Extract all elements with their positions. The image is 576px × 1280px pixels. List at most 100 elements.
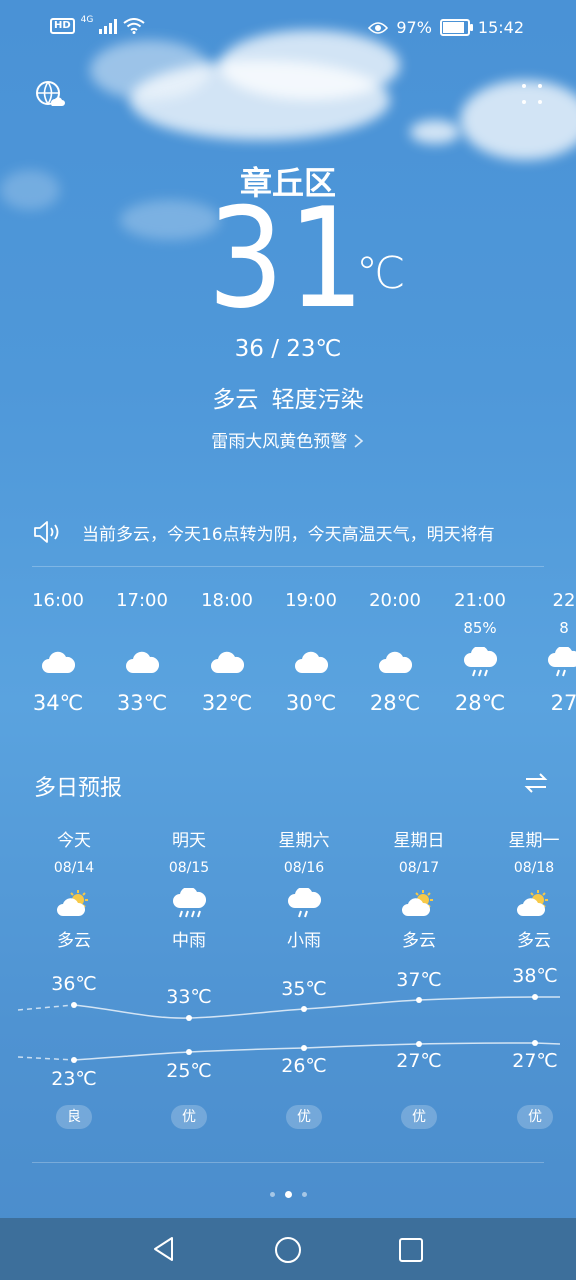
current-temperature: 31 ℃: [0, 190, 576, 328]
cloud-icon: [211, 651, 244, 673]
high-trend-dashed: [17, 1004, 75, 1011]
high-trend-line: [73, 996, 560, 1019]
high-point: [71, 1002, 77, 1008]
partly-cloudy-icon: [57, 890, 88, 916]
network-type-label: 4G: [80, 15, 94, 25]
day-low-temp: 26℃: [281, 1055, 327, 1077]
cloud-icon: [379, 651, 412, 673]
hour-time: 16:00: [32, 590, 84, 611]
hour-time: 18:00: [201, 590, 253, 611]
day-column: 星期日 08/17 多云: [369, 826, 469, 951]
speaker-icon[interactable]: [33, 520, 63, 544]
day-high-temp: 37℃: [396, 969, 442, 991]
day-column: 今天 08/14 多云: [24, 826, 124, 951]
hour-temp: 28℃: [369, 691, 421, 715]
day-date: 08/15: [168, 860, 210, 876]
air-quality-badge: 优: [401, 1105, 437, 1129]
day-low-temp: 27℃: [512, 1050, 558, 1072]
hour-precip: [185, 619, 269, 641]
day-date: 08/16: [283, 860, 325, 876]
cloud-icon: [42, 651, 75, 673]
low-point: [71, 1057, 77, 1063]
chevron-right-icon: [354, 434, 363, 448]
rain-cloud-icon: [548, 647, 576, 677]
hour-time: 20:00: [369, 590, 421, 611]
day-weather: 多云: [57, 931, 91, 951]
navigation-bar: [0, 1218, 576, 1280]
day-weather: 多云: [517, 931, 551, 951]
day-name: 今天: [57, 831, 91, 851]
hour-temp: 28℃: [454, 691, 506, 715]
day-weather: 多云: [402, 931, 436, 951]
wifi-icon: [123, 18, 145, 34]
page-dot: [301, 1192, 307, 1197]
eye-comfort-icon: [368, 21, 389, 34]
hour-temp: 27: [550, 691, 576, 715]
light-rain-icon: [288, 888, 321, 918]
rain-cloud-icon: [464, 647, 497, 677]
hour-precip: [16, 619, 100, 641]
hourly-item: 21:00 85% 28℃: [438, 590, 522, 715]
hour-temp: 32℃: [201, 691, 253, 715]
weather-warning-link[interactable]: 雷雨大风黄色预警: [0, 427, 576, 452]
hourly-item: 18:00 32℃: [185, 590, 269, 715]
recent-apps-icon[interactable]: [397, 1236, 425, 1264]
hour-temp: 34℃: [32, 691, 84, 715]
hourly-item: 16:00 34℃: [16, 590, 100, 715]
hour-time: 19:00: [285, 590, 337, 611]
air-quality-badge: 优: [171, 1105, 207, 1129]
day-date: 08/17: [398, 860, 440, 876]
low-trend-dashed: [17, 1056, 75, 1061]
warning-text: 雷雨大风黄色预警: [211, 432, 348, 452]
hourly-item: 19:00 30℃: [269, 590, 353, 715]
partly-cloudy-icon: [402, 890, 433, 916]
page-indicator: [0, 1191, 576, 1198]
more-options-icon[interactable]: [520, 82, 544, 106]
hour-time: 17:00: [116, 590, 168, 611]
day-low-temp: 23℃: [51, 1068, 97, 1090]
home-icon[interactable]: [273, 1235, 303, 1265]
partly-cloudy-icon: [517, 890, 548, 916]
hour-temp: 30℃: [285, 691, 337, 715]
hourly-item: 17:00 33℃: [100, 590, 184, 715]
page-dot-active: [284, 1191, 292, 1198]
page-dot: [269, 1192, 275, 1197]
temperature-range: 36 / 23℃: [234, 336, 342, 362]
high-point: [186, 1015, 192, 1021]
low-point: [416, 1041, 422, 1047]
divider: [32, 566, 544, 567]
clock: 15:42: [477, 18, 524, 37]
day-date: 08/14: [53, 860, 95, 876]
day-name: 星期一: [508, 831, 560, 851]
temperature-unit: ℃: [356, 248, 406, 299]
day-low-temp: 27℃: [396, 1050, 442, 1072]
air-quality-badge: 良: [56, 1105, 92, 1129]
low-point: [301, 1045, 307, 1051]
hourly-item: 20:00 28℃: [353, 590, 437, 715]
battery-percent: 97%: [396, 18, 432, 37]
day-name: 明天: [172, 831, 206, 851]
day-column: 星期一 08/18 多云: [484, 826, 576, 951]
day-name: 星期六: [278, 831, 330, 851]
hour-time: 21:00: [454, 590, 506, 611]
day-high-temp: 36℃: [51, 973, 97, 995]
cloud-icon: [295, 651, 328, 673]
hd-icon: HD: [50, 18, 75, 34]
status-bar: HD 4G 97% 15:42: [0, 14, 576, 42]
switch-view-icon[interactable]: [524, 772, 548, 794]
hour-precip: [353, 619, 437, 641]
day-column: 星期六 08/16 小雨: [254, 826, 354, 951]
hour-precip: [100, 619, 184, 641]
day-column: 明天 08/15 中雨: [139, 826, 239, 951]
day-high-temp: 38℃: [512, 965, 558, 987]
hour-precip: [269, 619, 353, 641]
hour-precip: 8: [559, 619, 569, 637]
hourly-item-clipped: 22 8 27: [532, 590, 576, 730]
location-manage-icon[interactable]: [35, 80, 65, 110]
day-weather: 小雨: [287, 931, 321, 951]
low-point: [186, 1049, 192, 1055]
day-name: 星期日: [393, 831, 445, 851]
day-high-temp: 33℃: [166, 986, 212, 1008]
back-icon[interactable]: [150, 1235, 178, 1263]
high-point: [416, 997, 422, 1003]
